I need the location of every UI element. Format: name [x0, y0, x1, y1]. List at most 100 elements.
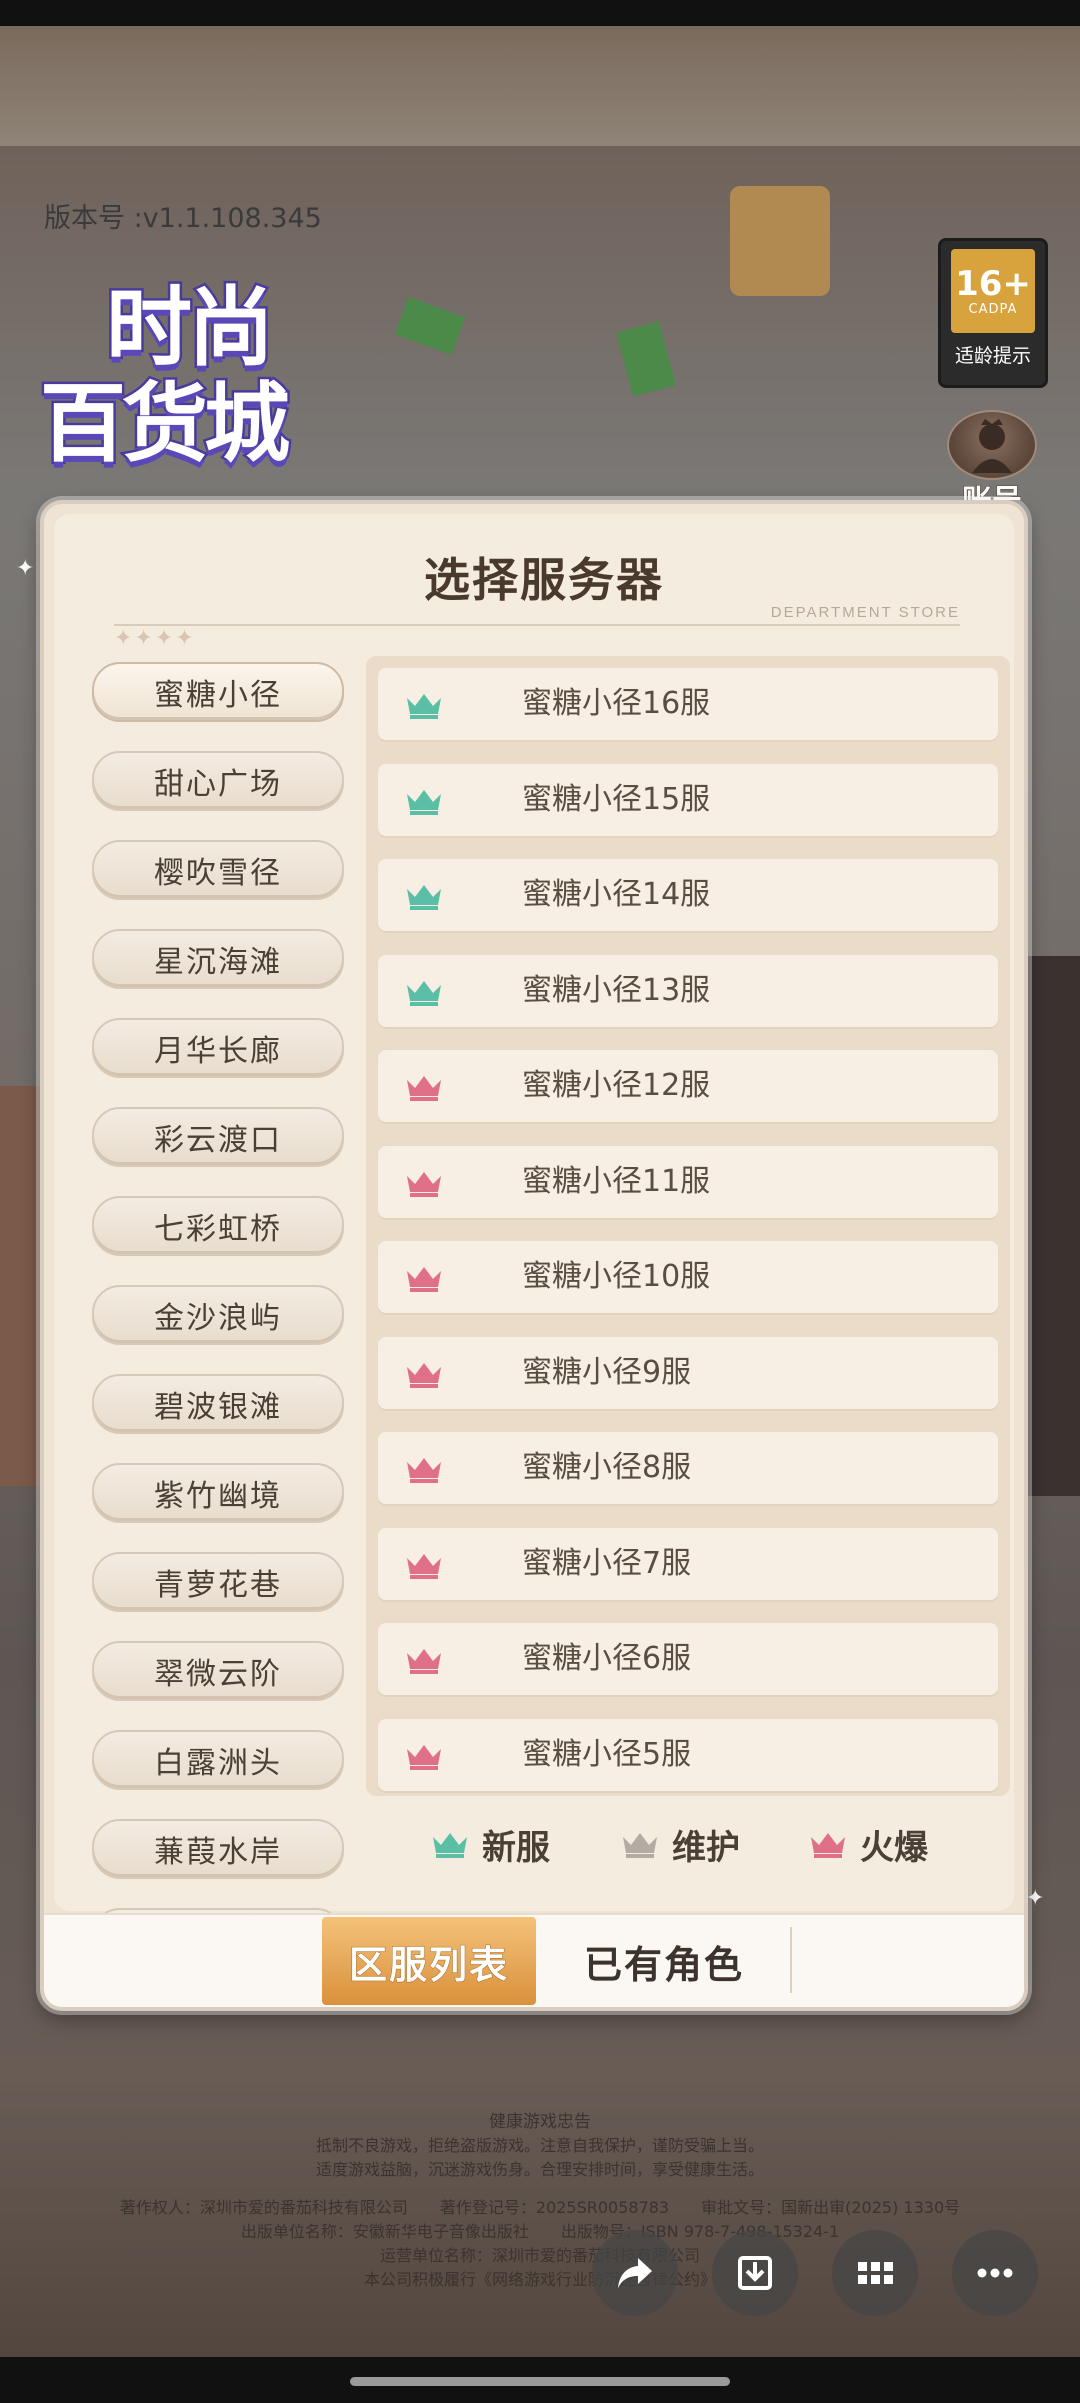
- crown-hot-icon: [407, 1076, 441, 1101]
- server-row[interactable]: 蜜糖小径6服: [378, 1623, 998, 1695]
- region-button[interactable]: 蜜糖小径: [92, 662, 344, 722]
- crown-hot-icon: [407, 1458, 441, 1483]
- grid-icon: [858, 2262, 893, 2284]
- server-name: 蜜糖小径12服: [522, 1068, 711, 1103]
- crown-new-icon: [407, 980, 441, 1006]
- money-decoration: [394, 296, 466, 356]
- health-advisory: 健康游戏忠告 抵制不良游戏，拒绝盗版游戏。注意自我保护，谨防受骗上当。 适度游戏…: [0, 2110, 1080, 2292]
- server-name: 蜜糖小径11服: [522, 1163, 711, 1199]
- crown-new-icon: [407, 789, 441, 815]
- home-indicator[interactable]: [350, 2377, 730, 2386]
- server-name: 蜜糖小径13服: [522, 972, 711, 1008]
- server-row[interactable]: 蜜糖小径7服: [378, 1527, 998, 1600]
- basket-decoration: [730, 186, 830, 296]
- account-avatar-icon: [947, 410, 1037, 480]
- server-row[interactable]: 蜜糖小径10服: [378, 1241, 998, 1313]
- region-button[interactable]: 月华长廊: [92, 1018, 344, 1078]
- crown-hot-icon: [407, 1171, 441, 1197]
- region-button[interactable]: 彩云渡口: [92, 1107, 344, 1167]
- server-name: 蜜糖小径10服: [522, 1259, 711, 1294]
- crown-new-icon: [433, 1833, 467, 1858]
- dialog-subtitle: DEPARTMENT STORE: [770, 604, 960, 621]
- compliance-line: 本公司积极履行《网络游戏行业防沉迷自律公约》: [363, 2270, 716, 2289]
- server-row[interactable]: 蜜糖小径12服: [378, 1050, 998, 1122]
- server-name: 蜜糖小径16服: [522, 686, 711, 721]
- tab-existing-characters[interactable]: 已有角色: [544, 1917, 784, 2005]
- region-button[interactable]: 白露洲头: [92, 1730, 344, 1790]
- more-button[interactable]: [952, 2230, 1038, 2316]
- server-row[interactable]: 蜜糖小径5服: [378, 1718, 998, 1791]
- server-row[interactable]: 蜜糖小径11服: [378, 1145, 998, 1218]
- server-row[interactable]: 蜜糖小径15服: [378, 763, 998, 836]
- legend-hot: 火爆: [808, 1819, 928, 1869]
- crown-hot-icon: [407, 1553, 441, 1579]
- more-icon: [977, 2268, 1013, 2278]
- region-button[interactable]: 七彩虹桥: [92, 1196, 344, 1256]
- server-name: 蜜糖小径5服: [522, 1736, 692, 1772]
- region-button[interactable]: 紫竹幽境: [92, 1463, 344, 1523]
- stars-decoration: ✦✦✦✦: [114, 626, 196, 651]
- title-divider: [114, 624, 960, 626]
- crown-new-icon: [407, 694, 441, 719]
- server-name: 蜜糖小径8服: [522, 1450, 692, 1485]
- tab-server-list[interactable]: 区服列表: [322, 1917, 536, 2005]
- game-logo: 时尚 百货城: [26, 278, 378, 500]
- download-button[interactable]: [712, 2230, 798, 2316]
- legend-hot-label: 火爆: [860, 1827, 928, 1868]
- crown-hot-icon: [407, 1362, 441, 1388]
- region-button[interactable]: 青萝花巷: [92, 1552, 344, 1612]
- sparkle-icon: ✦: [16, 556, 35, 581]
- region-button[interactable]: 星沉海滩: [92, 929, 344, 989]
- advisory-line: 抵制不良游戏，拒绝盗版游戏。注意自我保护，谨防受骗上当。: [315, 2136, 764, 2155]
- server-name: 蜜糖小径15服: [522, 781, 711, 817]
- legend-new-label: 新服: [482, 1827, 550, 1868]
- character-decoration: [0, 1086, 40, 1486]
- logo-line-2: 百货城: [38, 374, 293, 475]
- legend-maintenance-label: 维护: [672, 1827, 740, 1868]
- version-label: 版本号 :v1.1.108.345: [44, 203, 322, 234]
- logo-line-1: 时尚: [104, 278, 277, 379]
- server-name: 蜜糖小径9服: [522, 1354, 692, 1390]
- region-button[interactable]: 碧波银滩: [92, 1374, 344, 1434]
- legend-new: 新服: [430, 1819, 550, 1869]
- server-name: 蜜糖小径7服: [522, 1545, 692, 1581]
- crown-hot-icon: [407, 1267, 441, 1292]
- tab-divider: [790, 1927, 792, 1993]
- crown-hot-icon: [811, 1833, 845, 1858]
- operator-line: 运营单位名称：深圳市爱的番茄科技有限公司: [379, 2246, 700, 2265]
- age-rating-badge[interactable]: 16+ CADPA 适龄提示: [938, 238, 1048, 388]
- server-name: 蜜糖小径6服: [522, 1641, 692, 1676]
- download-icon: [738, 2256, 772, 2290]
- region-button[interactable]: 甜心广场: [92, 751, 344, 811]
- age-rating-value: 16+: [955, 263, 1031, 304]
- share-button[interactable]: [592, 2230, 678, 2316]
- region-button[interactable]: 翠微云阶: [92, 1641, 344, 1701]
- region-button[interactable]: 金沙浪屿: [92, 1285, 344, 1345]
- server-list: 蜜糖小径16服 蜜糖小径15服蜜糖小径14服蜜糖小径13服 蜜糖小径12服 蜜糖小径1…: [366, 656, 1010, 1796]
- share-icon: [618, 2258, 652, 2288]
- age-hint-label: 适龄提示: [954, 345, 1031, 367]
- grid-button[interactable]: [832, 2230, 918, 2316]
- crown-hot-icon: [407, 1649, 441, 1674]
- dialog-body: 选择服务器 DEPARTMENT STORE ✦✦✦✦ 蜜糖小径 甜心广场 樱吹雪径…: [54, 514, 1014, 1968]
- legend-maintenance: 维护: [620, 1819, 740, 1869]
- server-select-dialog: 选择服务器 DEPARTMENT STORE ✦✦✦✦ 蜜糖小径 甜心广场 樱吹雪径…: [40, 500, 1028, 2011]
- advisory-line: 适度游戏益脑，沉迷游戏伤身。合理安排时间，享受健康生活。: [315, 2160, 764, 2179]
- dialog-tab-bar: 区服列表 已有角色: [44, 1913, 1024, 2007]
- age-rating-icon: 16+ CADPA: [951, 249, 1035, 333]
- status-legend: 新服 维护 火爆: [430, 1819, 1024, 1869]
- advisory-title: 健康游戏忠告: [489, 2112, 591, 2132]
- server-row[interactable]: 蜜糖小径14服: [378, 859, 998, 931]
- server-row[interactable]: 蜜糖小径16服: [378, 668, 998, 740]
- crown-maintenance-icon: [623, 1833, 657, 1858]
- navigation-bar: [0, 2357, 1080, 2403]
- status-bar: [0, 0, 1080, 26]
- server-row[interactable]: 蜜糖小径9服: [378, 1336, 998, 1409]
- server-row[interactable]: 蜜糖小径13服: [378, 954, 998, 1027]
- publisher-line: 出版单位名称：安徽新华电子音像出版社 出版物号：ISBN 978-7-498-1…: [240, 2222, 840, 2241]
- money-decoration: [616, 321, 676, 397]
- server-row[interactable]: 蜜糖小径8服: [378, 1432, 998, 1504]
- copyright-line: 著作权人：深圳市爱的番茄科技有限公司 著作登记号：2025SR0058783 审…: [119, 2198, 961, 2217]
- region-button[interactable]: 樱吹雪径: [92, 840, 344, 900]
- region-button[interactable]: 蒹葭水岸: [92, 1819, 344, 1879]
